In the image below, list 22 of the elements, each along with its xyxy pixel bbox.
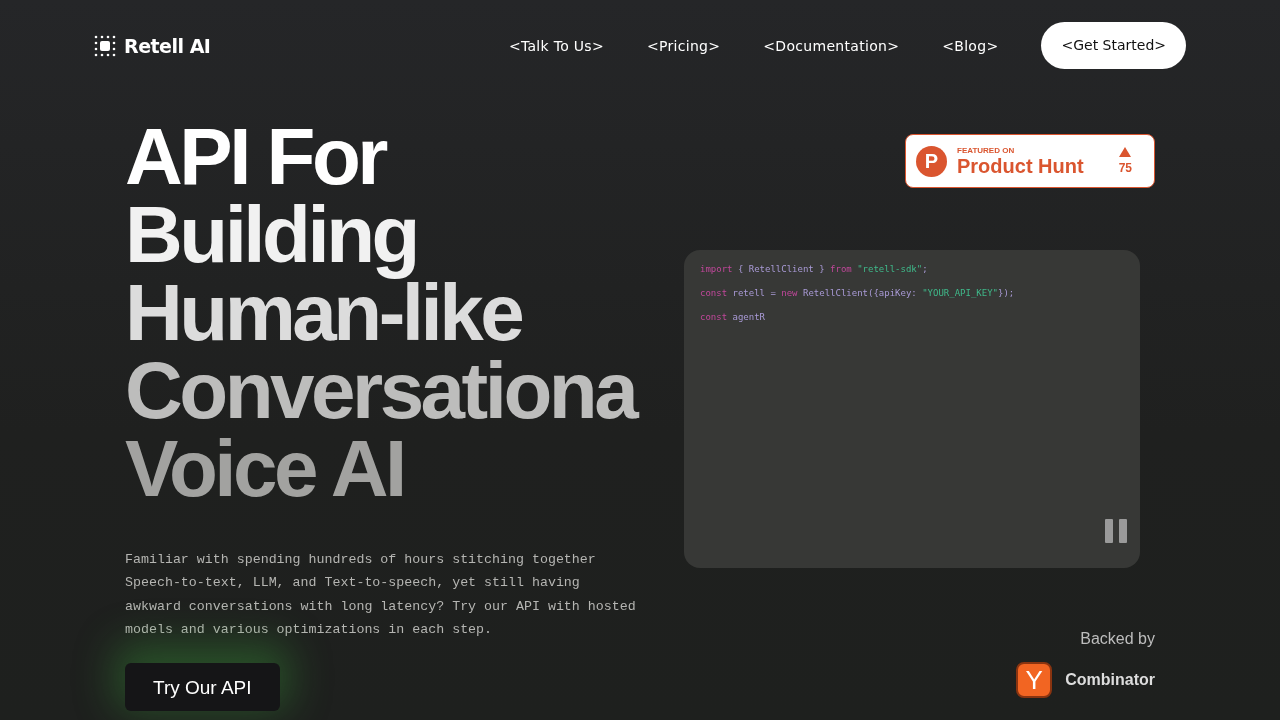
nav-link[interactable]: <Pricing> [646, 38, 721, 54]
brand-name[interactable]: Retell AI [124, 35, 211, 57]
code-line: const agentR [700, 312, 766, 322]
pause-icon[interactable] [1105, 519, 1127, 543]
nav-link[interactable]: <Blog> [942, 38, 999, 54]
logo-icon [94, 35, 116, 57]
try-api-button[interactable]: Try Our API [125, 663, 280, 712]
code-line: import { RetellClient } from "retell-sdk"; [700, 264, 928, 274]
product-hunt-logo: P [916, 145, 947, 177]
code-line: const retell = new RetellClient({apiKey: "YOUR_API_KEY"}); [700, 288, 1015, 298]
description: Familiar with spending hundreds of hours stitching together Speech-to-text, LLM, and Text-to-speech, yet still having awkward conversations with long latency? Try our API with hosted models and various optimizations in each step. [125, 551, 637, 639]
y-logo: Y [1016, 662, 1053, 698]
badge-title: Product Hunt [957, 154, 1085, 177]
vote-count: 75 [1118, 161, 1132, 175]
backed-by-label: Backed by [1080, 630, 1155, 648]
upvote-triangle-icon [1119, 147, 1132, 157]
headline: API For Building Human-like Conversationa Voice AI [125, 118, 638, 508]
nav-link[interactable]: <Documentation> [763, 38, 900, 54]
nav-link[interactable]: <Talk To Us> [508, 38, 604, 54]
get-started-button[interactable]: <Get Started> [1041, 21, 1186, 69]
combinator-label: Combinator [1065, 671, 1155, 689]
badge-eyebrow: FEATURED ON [957, 145, 1016, 155]
